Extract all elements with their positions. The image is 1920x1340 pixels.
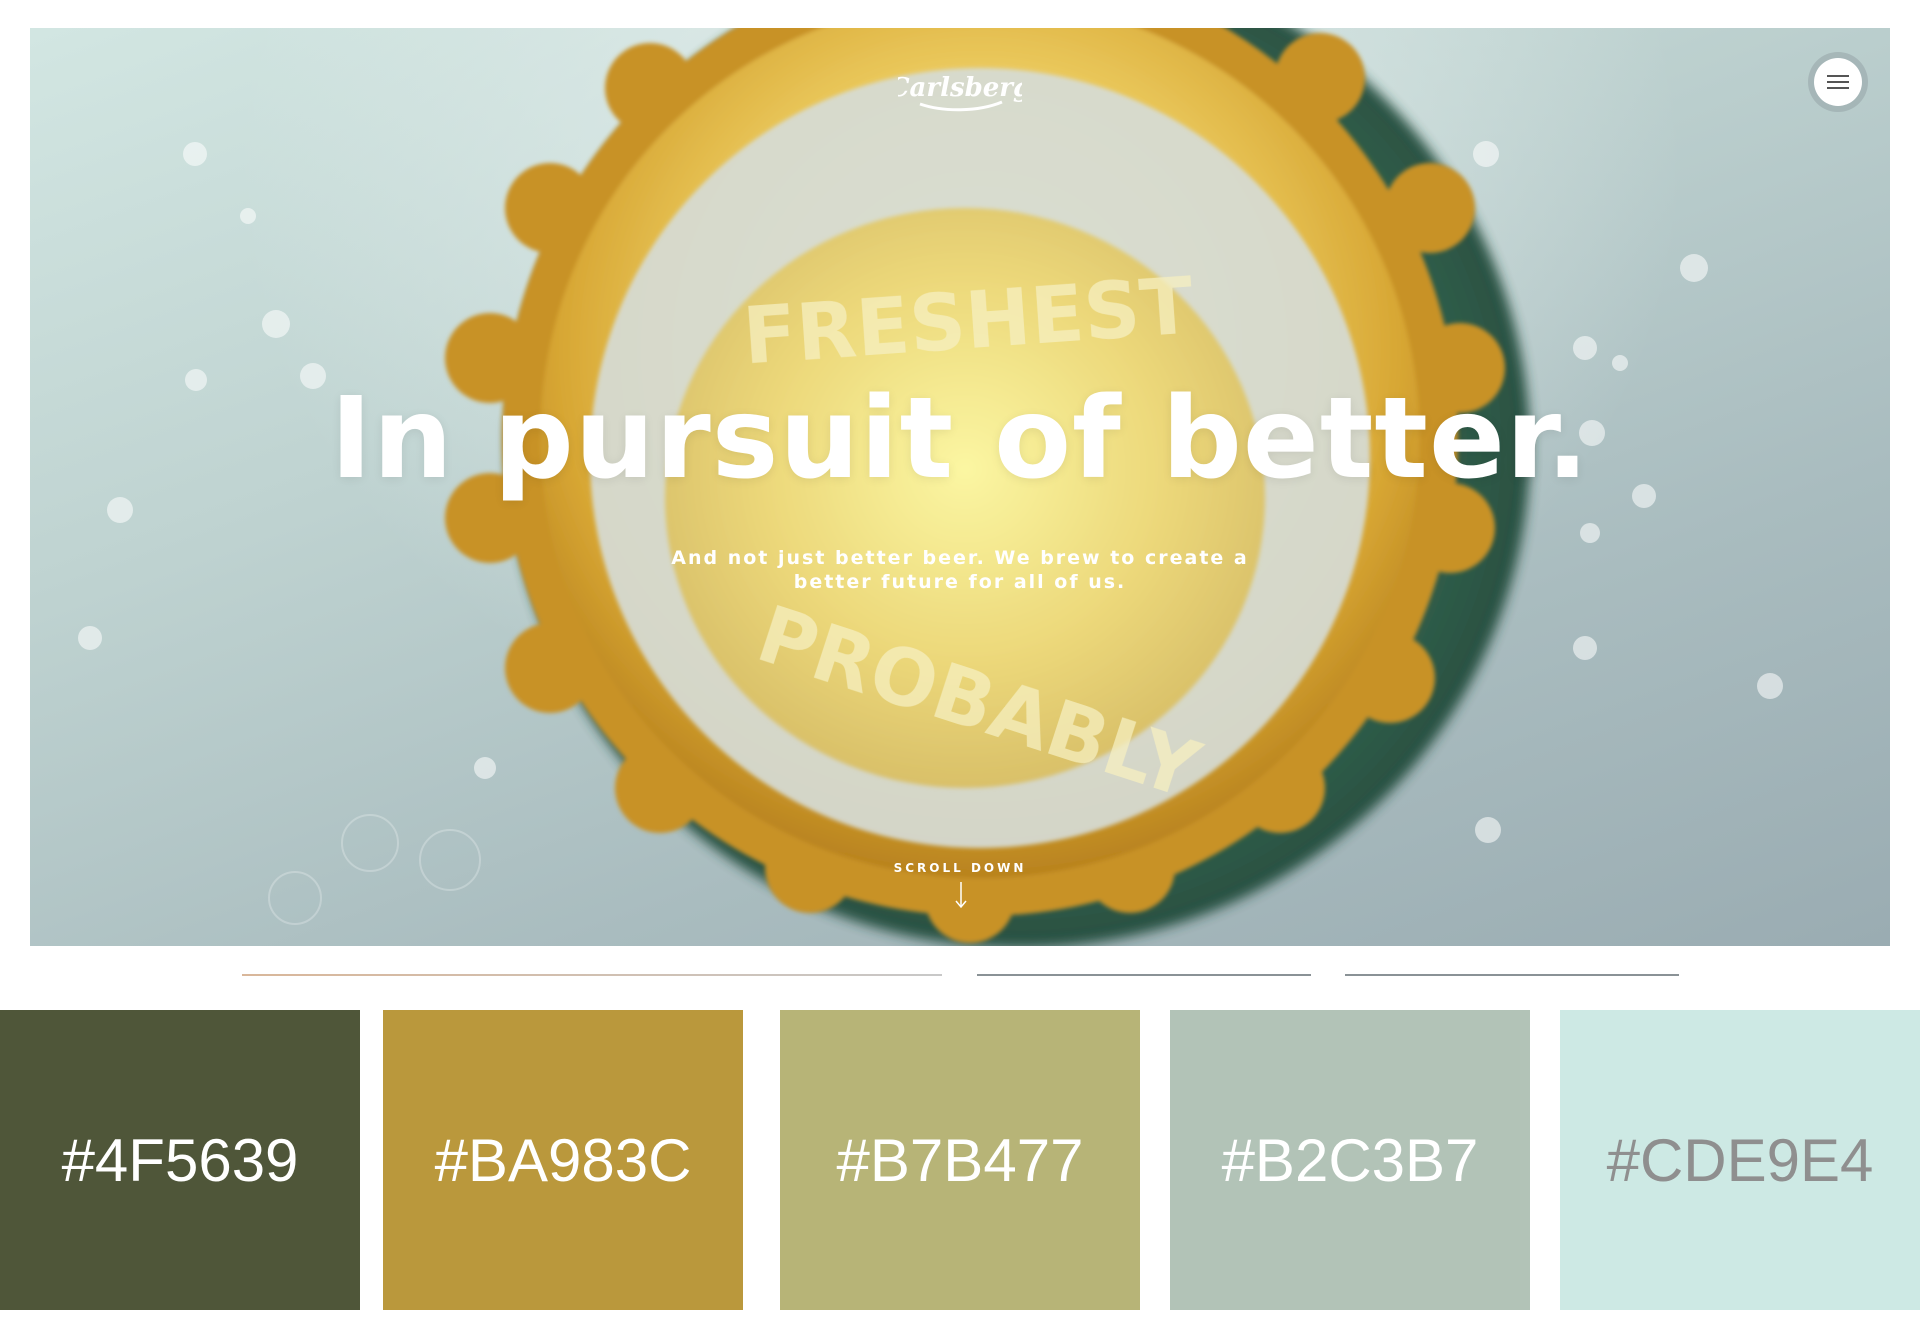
swatch-label: #B2C3B7 xyxy=(1221,1126,1479,1194)
hamburger-menu-icon xyxy=(1827,75,1849,89)
color-swatch-2: #BA983C xyxy=(383,1010,743,1310)
swatch-label: #B7B477 xyxy=(836,1126,1084,1194)
menu-button[interactable] xyxy=(1808,52,1868,112)
hero-subtext: And not just better beer. We brew to cre… xyxy=(671,547,1249,593)
hero-section: FRESHEST PROBABLY arlsber In pursuit of … xyxy=(30,28,1890,946)
divider-strip-3 xyxy=(1345,974,1679,976)
swatch-label: #BA983C xyxy=(434,1126,692,1194)
color-swatch-5: #CDE9E4 xyxy=(1560,1010,1920,1310)
scroll-down-label[interactable]: SCROLL DOWN xyxy=(860,861,1060,875)
color-swatch-3: #B7B477 xyxy=(780,1010,1140,1310)
hero-headline: In pursuit of better. xyxy=(330,374,1590,504)
swatch-label: #4F5639 xyxy=(61,1126,299,1194)
color-swatch-4: #B2C3B7 xyxy=(1170,1010,1530,1310)
menu-button-inner[interactable] xyxy=(1814,58,1862,106)
swatch-label: #CDE9E4 xyxy=(1606,1126,1874,1194)
divider-strip-1 xyxy=(242,974,942,976)
carlsberg-logo[interactable]: Carlsberg xyxy=(898,60,1022,116)
color-swatch-1: #4F5639 xyxy=(0,1010,360,1310)
arrow-down-icon[interactable] xyxy=(954,881,968,909)
svg-text:Carlsberg: Carlsberg xyxy=(898,73,1022,103)
divider-strip-2 xyxy=(977,974,1311,976)
